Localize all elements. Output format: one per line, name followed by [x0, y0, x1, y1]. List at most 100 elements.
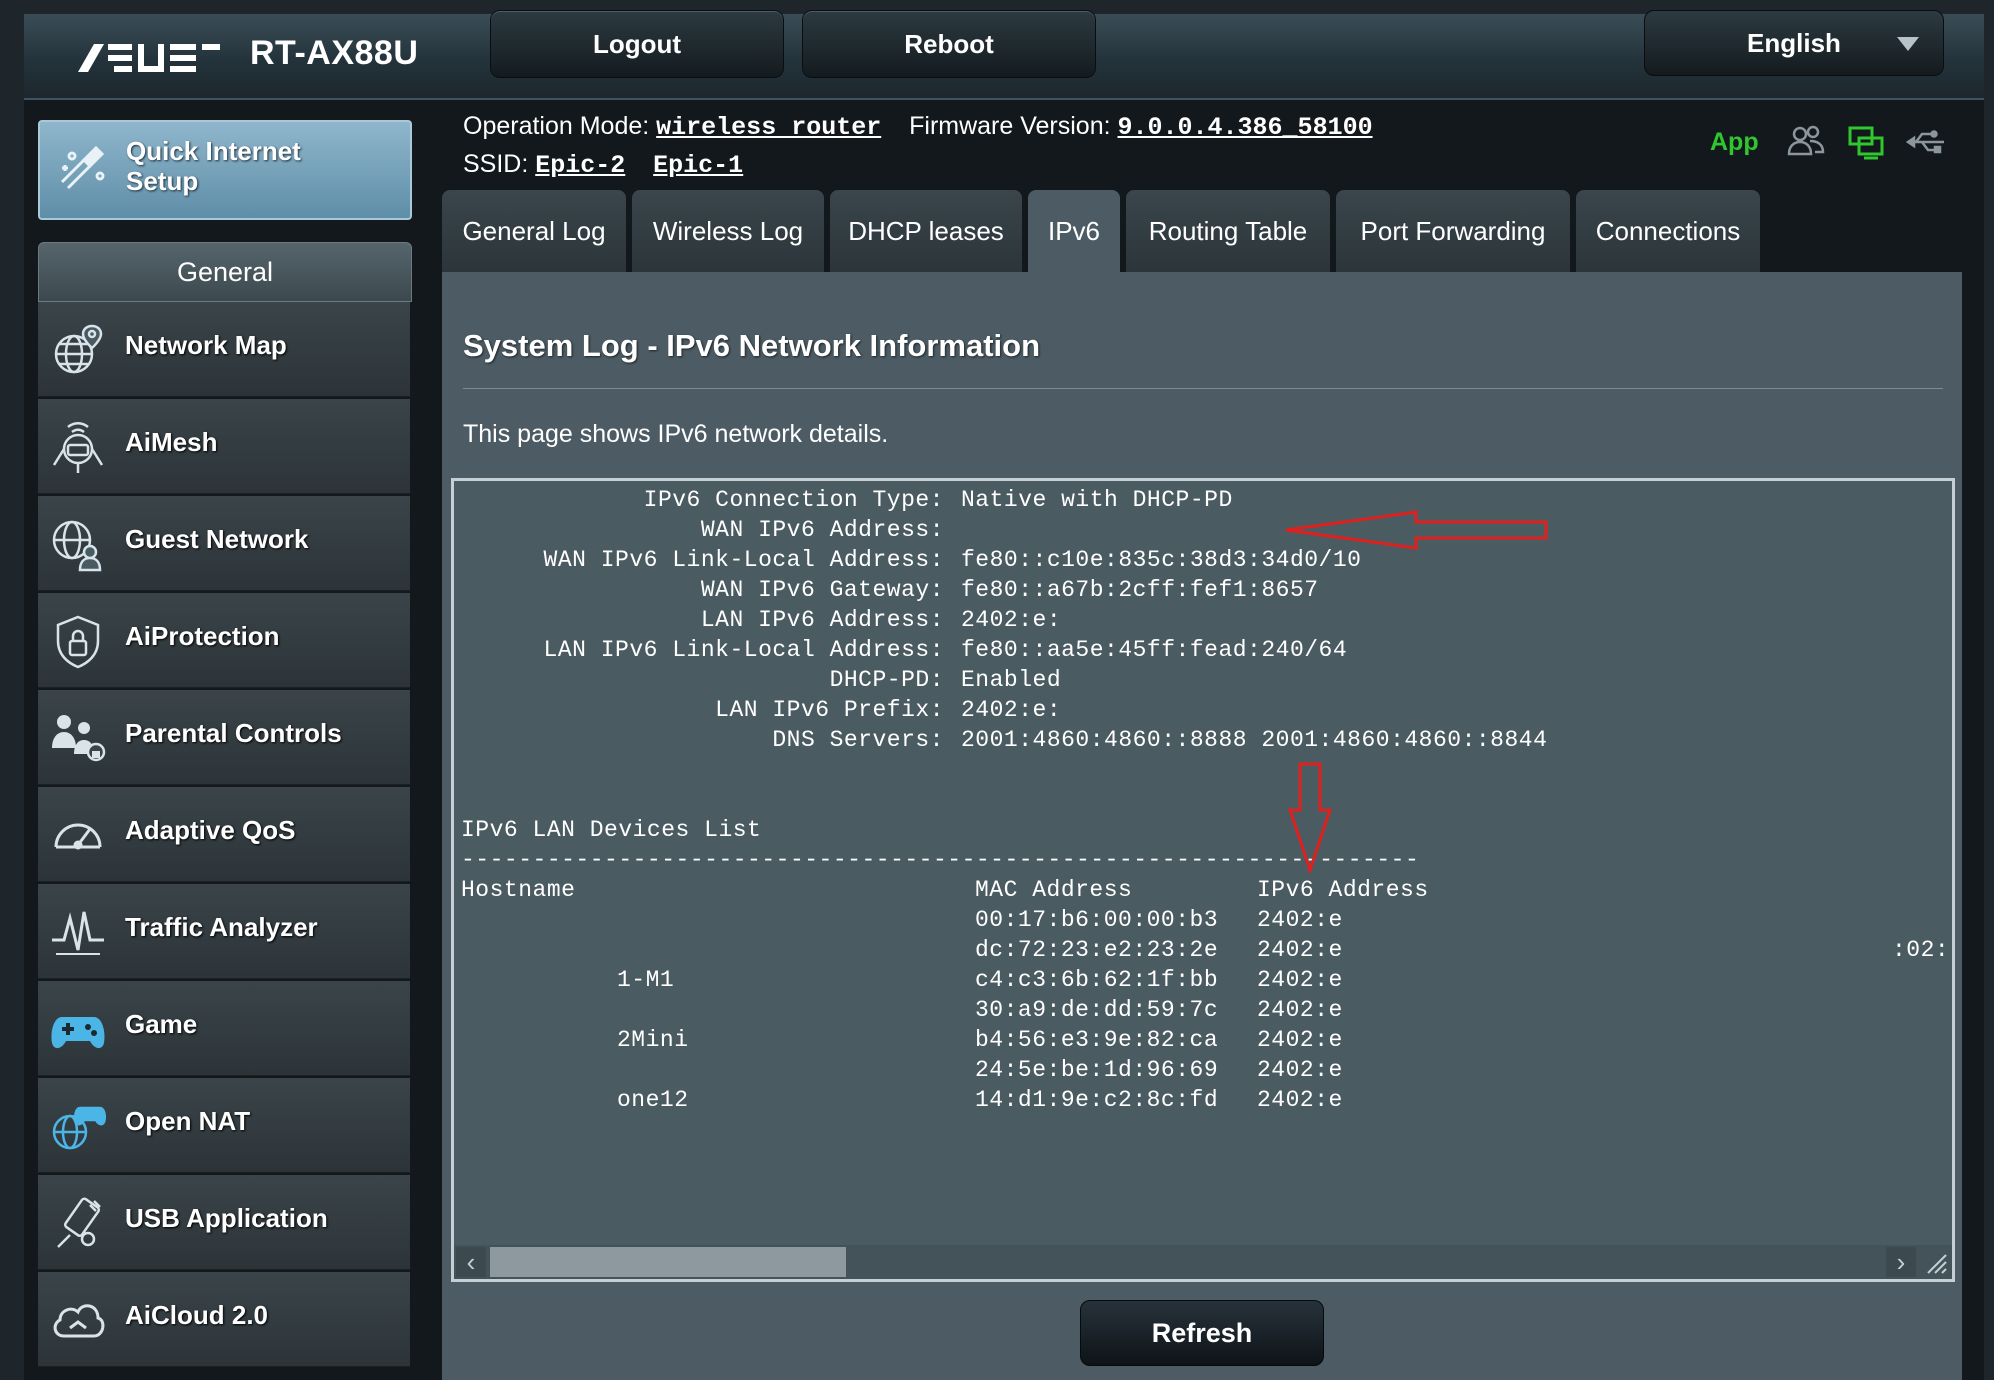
device-ip: 2402:e — [1257, 907, 1343, 933]
sidebar-item-open-nat[interactable]: Open NAT — [38, 1078, 410, 1173]
info-value: Enabled — [961, 667, 1062, 693]
device-mac: b4:56:e3:9e:82:ca — [975, 1027, 1219, 1053]
sidebar-menu: Network Map AiMesh Guest Network AiProte… — [38, 302, 410, 1369]
col-ipv6: IPv6 Address — [1257, 877, 1429, 903]
col-hostname: Hostname — [461, 877, 576, 903]
cloud-icon — [53, 1304, 105, 1338]
language-select[interactable]: English — [1644, 10, 1944, 76]
device-mac: 14:d1:9e:c2:8c:fd — [975, 1087, 1219, 1113]
scroll-left-icon[interactable]: ‹ — [456, 1247, 486, 1277]
sidebar-item-aimesh[interactable]: AiMesh — [38, 399, 410, 494]
sidebar-item-label: Traffic Analyzer — [125, 912, 318, 942]
family-icon — [52, 715, 106, 762]
network-status-icon[interactable] — [1846, 122, 1886, 162]
status-info: Operation Mode: wireless router Firmware… — [463, 108, 1373, 184]
mesh-router-icon — [52, 422, 104, 473]
refresh-button[interactable]: Refresh — [1080, 1300, 1324, 1366]
shield-lock-icon — [56, 615, 100, 669]
info-value: 2402:e: — [961, 607, 1062, 633]
page-description: This page shows IPv6 network details. — [463, 420, 889, 448]
chevron-down-icon — [1897, 37, 1919, 51]
info-value: fe80::a67b:2cff:fef1:8657 — [961, 577, 1319, 603]
sidebar-item-label: Adaptive QoS — [125, 815, 296, 845]
tab-general-log[interactable]: General Log — [442, 190, 626, 272]
info-key: DHCP-PD: — [829, 667, 944, 693]
devices-divider: ----------------------------------------… — [461, 847, 1420, 873]
tab-connections[interactable]: Connections — [1576, 190, 1760, 272]
pulse-chart-icon — [52, 911, 104, 955]
devices-list-title: IPv6 LAN Devices List — [461, 817, 762, 843]
guest-globe-icon — [52, 520, 102, 572]
sidebar-item-game[interactable]: Game — [38, 981, 410, 1076]
device-mac: 30:a9:de:dd:59:7c — [975, 997, 1219, 1023]
sidebar-item-label: AiCloud 2.0 — [125, 1300, 269, 1330]
sidebar-item-label: Open NAT — [125, 1106, 251, 1136]
page-title: System Log - IPv6 Network Information — [463, 328, 1041, 363]
op-mode-label: Operation Mode: — [463, 112, 650, 140]
ssid-label: SSID: — [463, 150, 529, 178]
col-mac: MAC Address — [975, 877, 1133, 903]
sidebar-item-label: AiProtection — [125, 621, 280, 651]
globe-gamepad-icon — [52, 1106, 106, 1150]
device-host: one12 — [617, 1087, 689, 1113]
horizontal-scrollbar[interactable]: ‹ › — [454, 1245, 1952, 1279]
sidebar-item-label: Network Map — [125, 330, 287, 360]
reboot-button[interactable]: Reboot — [802, 10, 1096, 78]
usb-icon[interactable] — [1906, 122, 1946, 162]
tab-routing-table[interactable]: Routing Table — [1126, 190, 1330, 272]
sidebar-item-label: Parental Controls — [125, 718, 342, 748]
sidebar-item-parental-controls[interactable]: Parental Controls — [38, 690, 410, 785]
sidebar-item-label: Guest Network — [125, 524, 309, 554]
tab-port-forwarding[interactable]: Port Forwarding — [1336, 190, 1570, 272]
clients-icon[interactable] — [1786, 122, 1826, 162]
info-key: LAN IPv6 Link-Local Address: — [543, 637, 944, 663]
sidebar-item-traffic-analyzer[interactable]: Traffic Analyzer — [38, 884, 410, 979]
wizard-icon — [60, 145, 105, 190]
tab-dhcp-leases[interactable]: DHCP leases — [830, 190, 1022, 272]
sidebar-item-guest-network[interactable]: Guest Network — [38, 496, 410, 591]
device-host: 1-M1 — [617, 967, 675, 993]
sidebar-item-usb-application[interactable]: USB Application — [38, 1175, 410, 1270]
globe-pin-icon — [54, 324, 103, 374]
overflow-text: :02: — [1892, 937, 1950, 963]
quick-internet-setup-button[interactable]: Quick Internet Setup — [38, 120, 412, 220]
tab-ipv6[interactable]: IPv6 — [1028, 190, 1120, 272]
sidebar-item-network-map[interactable]: Network Map — [38, 302, 410, 397]
sidebar-item-aicloud[interactable]: AiCloud 2.0 — [38, 1272, 410, 1367]
sidebar-item-label: AiMesh — [125, 427, 218, 457]
tab-wireless-log[interactable]: Wireless Log — [632, 190, 824, 272]
info-key: WAN IPv6 Link-Local Address: — [543, 547, 944, 573]
ssid-link-1[interactable]: Epic-2 — [535, 151, 625, 180]
scroll-right-icon[interactable]: › — [1886, 1247, 1916, 1277]
resize-grip-icon[interactable] — [1922, 1249, 1948, 1275]
info-value: Native with DHCP-PD — [961, 487, 1233, 513]
firmware-link[interactable]: 9.0.0.4.386_58100 — [1118, 113, 1373, 142]
device-ip: 2402:e — [1257, 967, 1343, 993]
device-host: 2Mini — [617, 1027, 689, 1053]
sidebar-item-label: Game — [125, 1009, 198, 1039]
ssid-link-2[interactable]: Epic-1 — [653, 151, 743, 180]
sidebar-item-adaptive-qos[interactable]: Adaptive QoS — [38, 787, 410, 882]
device-mac: c4:c3:6b:62:1f:bb — [975, 967, 1219, 993]
info-key: LAN IPv6 Prefix: — [715, 697, 944, 723]
sidebar-item-aiprotection[interactable]: AiProtection — [38, 593, 410, 688]
device-mac: 24:5e:be:1d:96:69 — [975, 1057, 1219, 1083]
device-mac: dc:72:23:e2:23:2e — [975, 937, 1219, 963]
op-mode-link[interactable]: wireless router — [656, 113, 881, 142]
title-divider — [463, 388, 1943, 389]
device-ip: 2402:e — [1257, 997, 1343, 1023]
info-key: LAN IPv6 Address: — [700, 607, 944, 633]
logout-button[interactable]: Logout — [490, 10, 784, 78]
app-link[interactable]: App — [1710, 128, 1759, 157]
scrollbar-thumb[interactable] — [490, 1247, 846, 1277]
device-ip: 2402:e — [1257, 1027, 1343, 1053]
ipv6-log-textarea[interactable]: IPv6 Connection Type: WAN IPv6 Address: WA… — [451, 478, 1955, 1282]
language-value: English — [1747, 27, 1841, 58]
asus-logo-icon — [78, 44, 220, 72]
speedometer-icon — [54, 823, 102, 850]
device-ip: 2402:e — [1257, 1057, 1343, 1083]
device-ip: 2402:e — [1257, 1087, 1343, 1113]
info-value: fe80::c10e:835c:38d3:34d0/10 — [961, 547, 1362, 573]
device-mac: 00:17:b6:00:00:b3 — [975, 907, 1219, 933]
info-value: fe80::aa5e:45ff:fead:240/64 — [961, 637, 1348, 663]
